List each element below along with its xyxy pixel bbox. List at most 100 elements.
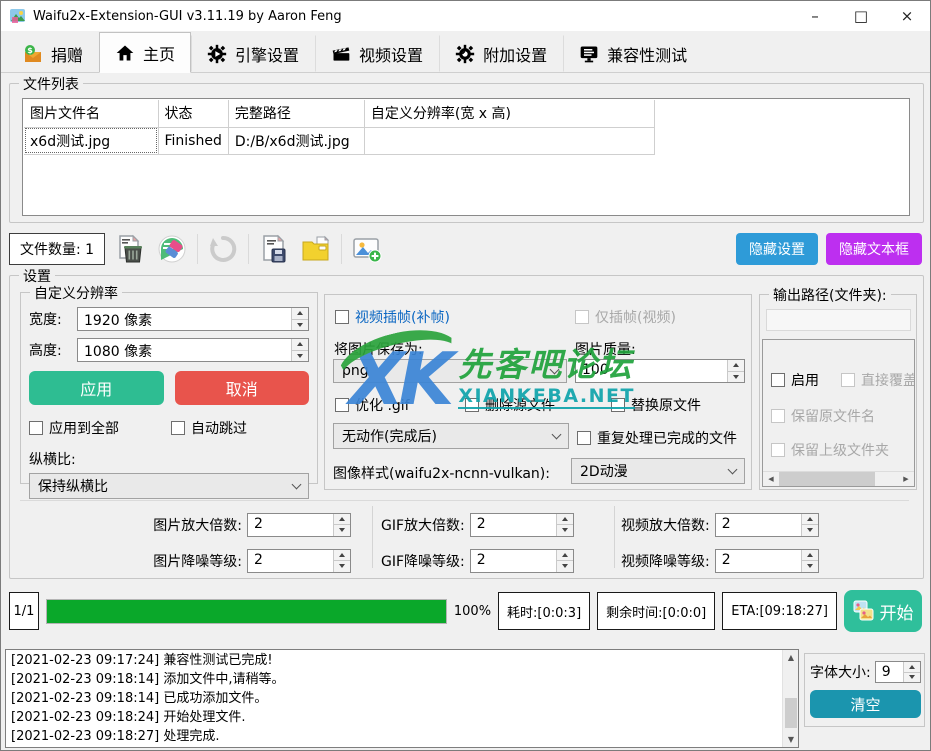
- hide-textbox-button[interactable]: 隐藏文本框: [826, 233, 922, 265]
- video-scale-spinner[interactable]: 2: [715, 513, 819, 537]
- column-header-status[interactable]: 状态: [158, 100, 228, 127]
- apply-to-all-checkbox[interactable]: 应用到全部: [29, 418, 119, 438]
- cancel-button[interactable]: 取消: [175, 371, 310, 405]
- add-image-icon[interactable]: [350, 232, 384, 266]
- image-denoise-spinner[interactable]: 2: [247, 549, 351, 573]
- spin-buttons[interactable]: [801, 550, 818, 572]
- cell-filename[interactable]: x6d测试.jpg: [24, 127, 158, 154]
- spin-buttons[interactable]: [291, 308, 308, 330]
- post-action-select[interactable]: 无动作(完成后): [333, 423, 569, 449]
- tab-engine-settings[interactable]: 引擎设置: [191, 35, 315, 72]
- cell-custom-res[interactable]: [364, 127, 654, 154]
- custom-resolution-label: 自定义分辨率: [30, 283, 122, 303]
- image-quality-spinner[interactable]: 100: [575, 359, 745, 383]
- reprocess-finished-checkbox[interactable]: 重复处理已完成的文件: [577, 428, 737, 448]
- image-style-select[interactable]: 2D动漫: [571, 458, 745, 484]
- start-button[interactable]: 开始: [844, 590, 922, 632]
- column-header-custom-res[interactable]: 自定义分辨率(宽 x 高): [364, 100, 654, 127]
- output-enable-checkbox[interactable]: 启用: [771, 370, 819, 390]
- scroll-right-icon[interactable]: ▶: [898, 472, 914, 486]
- progress-bar-fill: [47, 600, 446, 623]
- spin-buttons[interactable]: [556, 514, 573, 536]
- optimize-gif-checkbox[interactable]: 优化 .gif: [335, 395, 410, 415]
- tab-bar: $ 捐赠 主页 引擎设置 视频设置 附加设置: [1, 31, 930, 73]
- aspect-ratio-select[interactable]: 保持纵横比: [29, 473, 309, 499]
- gif-denoise-field: GIF降噪等级: 2: [365, 547, 605, 574]
- delete-source-checkbox[interactable]: 删除源文件: [465, 395, 555, 415]
- hide-settings-button[interactable]: 隐藏设置: [736, 233, 818, 265]
- clear-list-eraser-icon[interactable]: [155, 232, 189, 266]
- gif-scale-spinner[interactable]: 2: [470, 513, 574, 537]
- spin-buttons[interactable]: [801, 514, 818, 536]
- gif-scale-field: GIF放大倍数: 2: [365, 511, 605, 538]
- cell-fullpath[interactable]: D:/B/x6d测试.jpg: [228, 127, 364, 154]
- video-scale-field: 视频放大倍数: 2: [605, 511, 909, 538]
- save-filelist-icon[interactable]: [257, 232, 291, 266]
- vertical-scrollbar[interactable]: ▲ ▼: [782, 650, 798, 747]
- log-controls-panel: 字体大小: 9 清空: [804, 653, 925, 727]
- video-interpolation-checkbox[interactable]: 视频插帧(补帧): [335, 307, 450, 327]
- tab-home[interactable]: 主页: [99, 32, 191, 73]
- scrollbar-track: [875, 472, 898, 486]
- auto-skip-checkbox[interactable]: 自动跳过: [171, 418, 247, 438]
- minimize-button[interactable]: –: [792, 1, 838, 31]
- direct-overwrite-checkbox[interactable]: 直接覆盖: [841, 370, 915, 390]
- log-textbox[interactable]: [2021-02-23 09:17:24] 兼容性测试已完成! [2021-02…: [5, 649, 799, 748]
- open-folder-icon[interactable]: [299, 232, 333, 266]
- log-line: [2021-02-23 09:18:24] 开始处理文件.: [11, 708, 793, 727]
- spin-buttons[interactable]: [903, 662, 920, 682]
- interpolation-only-checkbox[interactable]: 仅插帧(视频): [575, 307, 676, 327]
- tab-video-settings[interactable]: 视频设置: [315, 35, 439, 72]
- image-format-select[interactable]: png: [333, 359, 567, 383]
- clapperboard-icon: [331, 44, 351, 64]
- replace-original-checkbox[interactable]: 替换原文件: [611, 395, 701, 415]
- keep-filename-checkbox[interactable]: 保留原文件名: [771, 406, 875, 426]
- height-spinner[interactable]: 1080 像素: [77, 338, 309, 362]
- close-button[interactable]: ×: [884, 1, 930, 31]
- spin-buttons[interactable]: [556, 550, 573, 572]
- file-list-area[interactable]: 图片文件名 状态 完整路径 自定义分辨率(宽 x 高) x6d测试.jpg Fi…: [22, 98, 910, 216]
- refresh-icon[interactable]: [206, 232, 240, 266]
- video-denoise-spinner[interactable]: 2: [715, 549, 819, 573]
- table-row[interactable]: x6d测试.jpg Finished D:/B/x6d测试.jpg: [24, 127, 654, 154]
- width-spinner[interactable]: 1920 像素: [77, 307, 309, 331]
- remove-file-icon[interactable]: [113, 232, 147, 266]
- app-window: Waifu2x-Extension-GUI v3.11.19 by Aaron …: [0, 0, 931, 751]
- spin-buttons[interactable]: [291, 339, 308, 361]
- video-denoise-field: 视频降噪等级: 2: [605, 547, 909, 574]
- image-scale-field: 图片放大倍数: 2: [20, 511, 365, 538]
- image-scale-spinner[interactable]: 2: [247, 513, 351, 537]
- tab-donate[interactable]: $ 捐赠: [7, 35, 99, 72]
- font-size-label: 字体大小:: [810, 662, 871, 682]
- column-header-filename[interactable]: 图片文件名: [24, 100, 158, 127]
- maximize-button[interactable]: □: [838, 1, 884, 31]
- gear-icon: [455, 44, 475, 64]
- scrollbar-thumb[interactable]: [779, 472, 875, 486]
- apply-button[interactable]: 应用: [29, 371, 164, 405]
- clear-log-button[interactable]: 清空: [810, 690, 921, 718]
- output-path-input[interactable]: [766, 309, 911, 331]
- file-list-group: 文件列表 图片文件名 状态 完整路径 自定义分辨率(宽 x 高) x6d测试.j…: [9, 83, 924, 223]
- scroll-down-icon[interactable]: ▼: [783, 732, 799, 747]
- column-header-fullpath[interactable]: 完整路径: [228, 100, 364, 127]
- toolbar-separator: [197, 234, 198, 264]
- image-quality-label: 图片质量:: [575, 339, 636, 359]
- tab-compatibility-test[interactable]: 兼容性测试: [563, 35, 703, 72]
- cell-status[interactable]: Finished: [158, 127, 228, 154]
- horizontal-scrollbar[interactable]: ◀ ▶: [763, 471, 914, 486]
- spin-buttons[interactable]: [333, 550, 350, 572]
- font-size-spinner[interactable]: 9: [875, 661, 921, 683]
- scroll-up-icon[interactable]: ▲: [783, 650, 799, 665]
- tab-label: 引擎设置: [235, 42, 299, 66]
- keep-parent-folder-checkbox[interactable]: 保留上级文件夹: [771, 440, 889, 460]
- custom-resolution-group: 自定义分辨率 宽度: 1920 像素 高度: 1080 像素: [20, 292, 318, 484]
- tab-label: 视频设置: [359, 42, 423, 66]
- tab-extra-settings[interactable]: 附加设置: [439, 35, 563, 72]
- spin-buttons[interactable]: [727, 360, 744, 382]
- spin-buttons[interactable]: [333, 514, 350, 536]
- height-label: 高度:: [29, 340, 77, 360]
- scroll-left-icon[interactable]: ◀: [763, 472, 779, 486]
- elapsed-time-box: 耗时:[0:0:3]: [498, 592, 590, 630]
- gif-denoise-spinner[interactable]: 2: [470, 549, 574, 573]
- scrollbar-thumb[interactable]: [785, 698, 797, 728]
